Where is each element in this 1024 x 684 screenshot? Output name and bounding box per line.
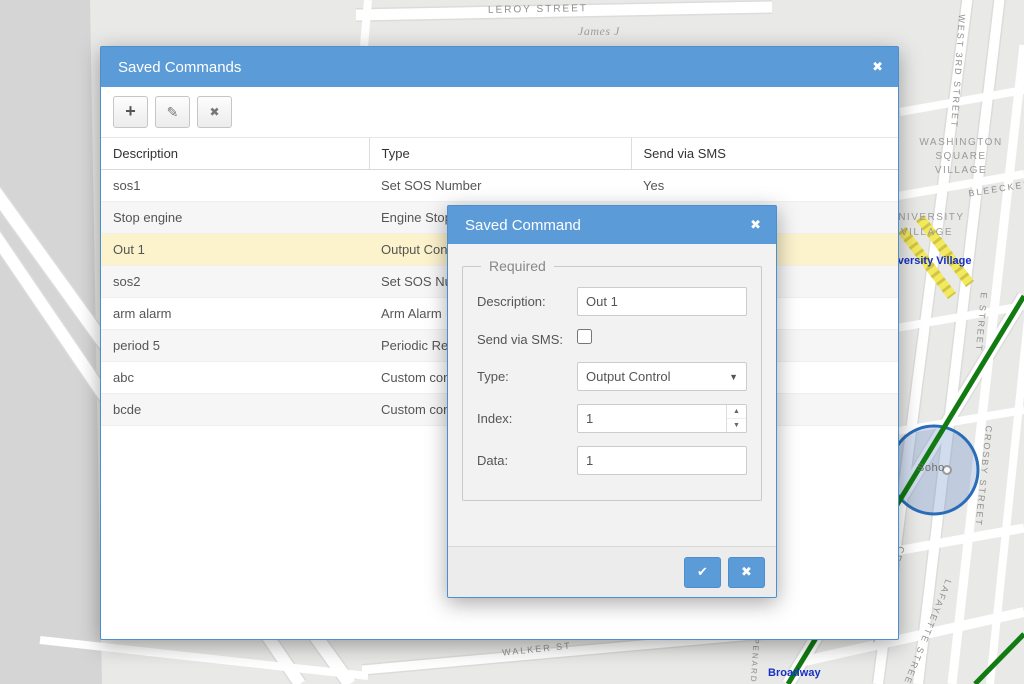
commands-toolbar: + ✎ ✖ <box>101 87 898 137</box>
confirm-button[interactable]: ✔ <box>684 557 721 588</box>
saved-command-header[interactable]: Saved Command ✖ <box>448 206 776 244</box>
col-type: Type <box>369 138 631 170</box>
index-row: Index: ▲ ▼ <box>477 404 747 433</box>
col-send-via-sms: Send via SMS <box>631 138 898 170</box>
cell-description: abc <box>101 362 369 394</box>
cell-type: Set SOS Number <box>369 170 631 202</box>
required-legend: Required <box>481 258 554 274</box>
plus-icon: + <box>125 101 136 122</box>
cell-description: bcde <box>101 394 369 426</box>
description-label: Description: <box>477 294 577 309</box>
type-row: Type: Output Control ▼ <box>477 362 747 391</box>
saved-command-title: Saved Command <box>465 217 581 234</box>
cell-description: sos2 <box>101 266 369 298</box>
close-icon[interactable]: ✖ <box>750 217 761 233</box>
description-row: Description: <box>477 287 747 316</box>
data-label: Data: <box>477 453 577 468</box>
screen: LEROY STREET James J WEST 3RD STREET WAS… <box>0 0 1024 684</box>
required-fieldset: Required Description: Send via SMS: Type… <box>462 258 762 501</box>
saved-command-dialog: Saved Command ✖ Required Description: Se… <box>447 205 777 598</box>
data-row: Data: <box>477 446 747 475</box>
edit-command-button[interactable]: ✎ <box>155 96 190 128</box>
data-input[interactable] <box>577 446 747 475</box>
spinner-down-icon[interactable]: ▼ <box>727 419 746 432</box>
index-label: Index: <box>477 411 577 426</box>
map-water <box>0 0 102 684</box>
table-row[interactable]: sos1 Set SOS Number Yes <box>101 170 898 202</box>
check-icon: ✔ <box>697 564 708 580</box>
close-icon[interactable]: ✖ <box>872 59 883 75</box>
cross-icon: ✖ <box>741 564 752 580</box>
cell-sms: Yes <box>631 170 898 202</box>
delete-command-button[interactable]: ✖ <box>197 96 232 128</box>
spinner-up-icon[interactable]: ▲ <box>727 405 746 419</box>
cancel-button[interactable]: ✖ <box>728 557 765 588</box>
pencil-icon: ✎ <box>167 104 179 121</box>
description-input[interactable] <box>577 287 747 316</box>
type-select-value: Output Control <box>586 369 671 384</box>
saved-commands-header[interactable]: Saved Commands ✖ <box>101 47 898 87</box>
cell-description: Out 1 <box>101 234 369 266</box>
cell-description: sos1 <box>101 170 369 202</box>
index-input[interactable] <box>577 404 747 433</box>
cell-description: Stop engine <box>101 202 369 234</box>
sms-checkbox[interactable] <box>577 329 592 344</box>
chevron-down-icon: ▼ <box>729 372 738 382</box>
type-label: Type: <box>477 369 577 384</box>
saved-command-footer: ✔ ✖ <box>448 546 776 597</box>
cell-description: arm alarm <box>101 298 369 330</box>
type-select[interactable]: Output Control ▼ <box>577 362 747 391</box>
add-command-button[interactable]: + <box>113 96 148 128</box>
index-spinner: ▲ ▼ <box>726 405 746 432</box>
cross-icon: ✖ <box>209 105 219 119</box>
saved-commands-title: Saved Commands <box>118 59 241 76</box>
saved-command-body: Required Description: Send via SMS: Type… <box>448 244 776 501</box>
sms-label: Send via SMS: <box>477 332 577 347</box>
soho-poi-dot <box>943 466 951 474</box>
sms-row: Send via SMS: <box>477 329 747 349</box>
cell-description: period 5 <box>101 330 369 362</box>
table-header-row: Description Type Send via SMS <box>101 138 898 170</box>
col-description: Description <box>101 138 369 170</box>
